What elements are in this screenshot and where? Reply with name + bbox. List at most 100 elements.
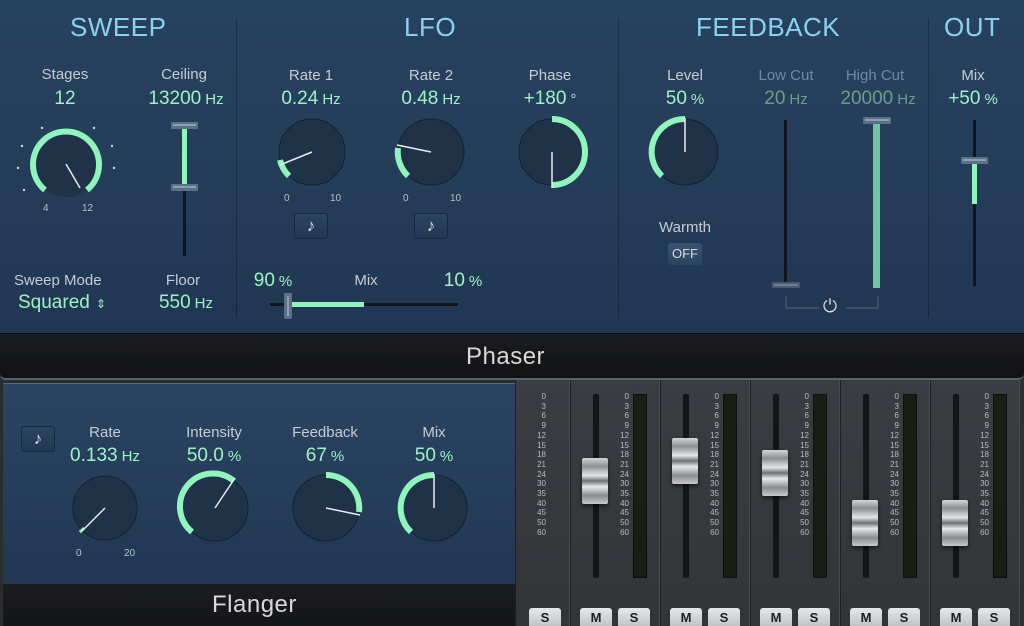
db-scale-tick: 0 — [541, 392, 546, 401]
db-scale-tick: 21 — [890, 459, 899, 469]
out-mix-slider[interactable] — [958, 114, 992, 290]
channel-volume-fader[interactable] — [762, 450, 788, 496]
mute-button[interactable]: M — [940, 608, 972, 626]
db-scale-tick: 9 — [894, 421, 899, 431]
db-scale-tick: 6 — [541, 411, 546, 421]
rate1-min-tick: 0 — [284, 193, 290, 204]
lfo-mix-slider[interactable] — [268, 292, 462, 320]
rate1-knob[interactable] — [272, 114, 352, 194]
channel-strip: 0 3 6 9 12 15 18 21 24 30 35 40 45 50 60 — [515, 380, 570, 626]
db-scale-tick: 21 — [620, 459, 629, 469]
high-cut-value[interactable]: 20000 Hz — [830, 88, 926, 110]
db-scale: 0 3 6 9 12 15 18 21 24 30 35 40 45 50 60 — [607, 392, 629, 538]
db-scale-tick: 35 — [980, 489, 989, 499]
floor-value[interactable]: 550 Hz — [146, 292, 226, 314]
db-scale-tick: 12 — [710, 430, 719, 440]
music-note-icon: ♪ — [426, 216, 436, 235]
rate2-value[interactable]: 0.48 Hz — [386, 88, 476, 110]
flanger-mix-knob[interactable] — [394, 470, 474, 550]
intensity-knob[interactable] — [175, 470, 255, 550]
flanger-rate-knob[interactable] — [67, 472, 143, 548]
db-scale-tick: 15 — [710, 440, 719, 450]
stages-label: Stages — [41, 66, 89, 83]
mute-button[interactable]: M — [850, 608, 882, 626]
db-scale-tick: 9 — [714, 421, 719, 431]
stages-min-tick: 4 — [43, 203, 49, 214]
flanger-rate-value[interactable]: 0.133 Hz — [55, 445, 155, 467]
db-scale-tick: 24 — [890, 469, 899, 479]
db-scale-tick: 40 — [800, 498, 809, 508]
flanger-feedback-value[interactable]: 67% — [280, 445, 370, 467]
db-scale-tick: 35 — [620, 489, 629, 499]
db-scale-tick: 60 — [890, 527, 899, 537]
cut-filter-sliders[interactable] — [768, 114, 898, 324]
db-scale-tick: 40 — [890, 498, 899, 508]
db-scale-tick: 24 — [800, 469, 809, 479]
db-scale-tick: 50 — [620, 518, 629, 528]
lfo-section-title: LFO — [404, 12, 457, 42]
db-scale-tick: 18 — [620, 450, 629, 460]
channel-volume-fader[interactable] — [582, 458, 608, 504]
level-value[interactable]: 50% — [640, 88, 730, 110]
rate1-sync-note-button[interactable]: ♪ — [294, 213, 328, 239]
ceiling-floor-range-slider[interactable] — [168, 118, 202, 260]
music-note-icon: ♪ — [33, 429, 43, 448]
filter-power-icon[interactable]: ⏻ — [819, 295, 841, 317]
mute-button[interactable]: M — [580, 608, 612, 626]
channel-strip: 0 3 6 9 12 15 18 21 24 30 35 40 45 50 60 — [660, 380, 750, 626]
stages-value[interactable]: 12 — [30, 88, 100, 110]
out-mix-value[interactable]: +50% — [930, 88, 1016, 110]
lfo-mix-right-value[interactable]: 10% — [434, 270, 492, 292]
level-label: Level — [667, 67, 703, 84]
flanger-mix-value[interactable]: 50% — [389, 445, 479, 467]
channel-volume-fader[interactable] — [942, 500, 968, 546]
stages-knob[interactable] — [14, 118, 118, 216]
db-scale-tick: 45 — [800, 508, 809, 518]
mute-button[interactable]: M — [670, 608, 702, 626]
solo-button[interactable]: S — [708, 608, 740, 626]
flanger-feedback-knob[interactable] — [286, 470, 366, 550]
low-cut-value[interactable]: 20 Hz — [746, 88, 826, 110]
db-scale-tick: 9 — [804, 421, 809, 431]
lfo-mix-left-value[interactable]: 90% — [244, 270, 302, 292]
phase-knob[interactable] — [512, 114, 592, 194]
db-scale-tick: 12 — [620, 430, 629, 440]
db-scale-tick: 15 — [800, 440, 809, 450]
ceiling-value[interactable]: 13200 Hz — [140, 88, 232, 110]
db-scale-tick: 21 — [980, 459, 989, 469]
solo-button[interactable]: S — [978, 608, 1010, 626]
solo-button[interactable]: S — [618, 608, 650, 626]
section-divider — [928, 18, 929, 318]
music-note-icon: ♪ — [306, 216, 316, 235]
solo-button[interactable]: S — [798, 608, 830, 626]
rate2-sync-note-button[interactable]: ♪ — [414, 213, 448, 239]
solo-button[interactable]: S — [888, 608, 920, 626]
warmth-toggle-button[interactable]: OFF — [668, 243, 702, 265]
db-scale-tick: 50 — [710, 518, 719, 528]
db-scale-tick: 40 — [980, 498, 989, 508]
db-scale-tick: 9 — [541, 421, 546, 431]
sweep-mode-menu[interactable]: Squared ⇕ — [18, 292, 106, 314]
feedback-level-knob[interactable] — [645, 114, 725, 194]
flanger-sync-note-button[interactable]: ♪ — [21, 426, 55, 452]
db-scale-tick: 21 — [800, 459, 809, 469]
db-scale-tick: 0 — [894, 392, 899, 401]
solo-button[interactable]: S — [529, 608, 561, 626]
db-scale: 0 3 6 9 12 15 18 21 24 30 35 40 45 50 60 — [877, 392, 899, 538]
db-scale-tick: 40 — [620, 498, 629, 508]
rate1-value[interactable]: 0.24 Hz — [266, 88, 356, 110]
phase-value[interactable]: +180 ° — [505, 88, 595, 110]
sweep-mode-label: Sweep Mode — [14, 272, 102, 289]
mute-button[interactable]: M — [760, 608, 792, 626]
warmth-label: Warmth — [659, 219, 711, 236]
db-scale-tick: 18 — [800, 450, 809, 460]
db-scale-tick: 3 — [804, 401, 809, 411]
intensity-value[interactable]: 50.0% — [169, 445, 259, 467]
flanger-rate-max-tick: 20 — [124, 548, 136, 559]
db-scale-tick: 60 — [800, 527, 809, 537]
channel-volume-fader[interactable] — [852, 500, 878, 546]
db-scale-tick: 6 — [804, 411, 809, 421]
channel-volume-fader[interactable] — [672, 438, 698, 484]
rate2-knob[interactable] — [391, 114, 471, 194]
db-scale-tick: 3 — [984, 401, 989, 411]
